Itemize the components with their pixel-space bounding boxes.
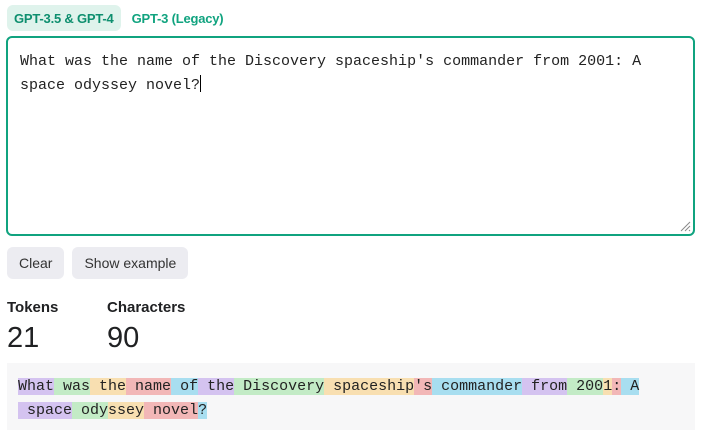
tokens-label: Tokens bbox=[7, 299, 59, 316]
token-chip: commander bbox=[432, 378, 523, 395]
token-chip: of bbox=[171, 378, 199, 395]
token-chip: : bbox=[612, 378, 622, 395]
tokenizer-app: GPT-3.5 & GPT-4 GPT-3 (Legacy) What was … bbox=[0, 0, 701, 430]
characters-stat: Characters 90 bbox=[107, 299, 185, 354]
text-caret bbox=[200, 75, 202, 92]
token-chip: name bbox=[126, 378, 172, 395]
token-line: What was the name of the Discovery space… bbox=[18, 375, 684, 399]
token-chip: ? bbox=[198, 402, 208, 419]
token-chip: the bbox=[198, 378, 235, 395]
token-chip: 200 bbox=[567, 378, 604, 395]
action-buttons: Clear Show example bbox=[7, 247, 189, 279]
text-input-value[interactable]: What was the name of the Discovery space… bbox=[20, 50, 680, 98]
token-chip: from bbox=[522, 378, 568, 395]
characters-count: 90 bbox=[107, 322, 140, 354]
token-chip: space bbox=[18, 402, 73, 419]
token-chip: ody bbox=[72, 402, 109, 419]
tab-gpt3-legacy[interactable]: GPT-3 (Legacy) bbox=[125, 5, 231, 31]
characters-label: Characters bbox=[107, 299, 186, 316]
token-line: space odyssey novel? bbox=[18, 399, 684, 423]
token-chip: What bbox=[18, 378, 55, 395]
token-chip: 1 bbox=[603, 378, 613, 395]
token-chip: the bbox=[90, 378, 127, 395]
clear-button[interactable]: Clear bbox=[7, 247, 65, 279]
token-chip: Discovery bbox=[234, 378, 325, 395]
tokens-count: 21 bbox=[7, 322, 40, 354]
token-chip: novel bbox=[144, 402, 199, 419]
show-example-button[interactable]: Show example bbox=[72, 247, 189, 279]
resize-handle-icon[interactable] bbox=[679, 220, 691, 232]
token-chip: ssey bbox=[108, 402, 145, 419]
model-tabs: GPT-3.5 & GPT-4 GPT-3 (Legacy) bbox=[7, 5, 230, 31]
tokens-stat: Tokens 21 bbox=[7, 299, 58, 354]
tab-gpt35-gpt4[interactable]: GPT-3.5 & GPT-4 bbox=[7, 5, 121, 31]
token-chip: spaceship bbox=[324, 378, 415, 395]
text-input-area[interactable]: What was the name of the Discovery space… bbox=[6, 36, 695, 236]
token-chip: 's bbox=[414, 378, 433, 395]
token-visualization: What was the name of the Discovery space… bbox=[7, 363, 695, 430]
token-chip: A bbox=[621, 378, 640, 395]
token-chip: was bbox=[54, 378, 91, 395]
